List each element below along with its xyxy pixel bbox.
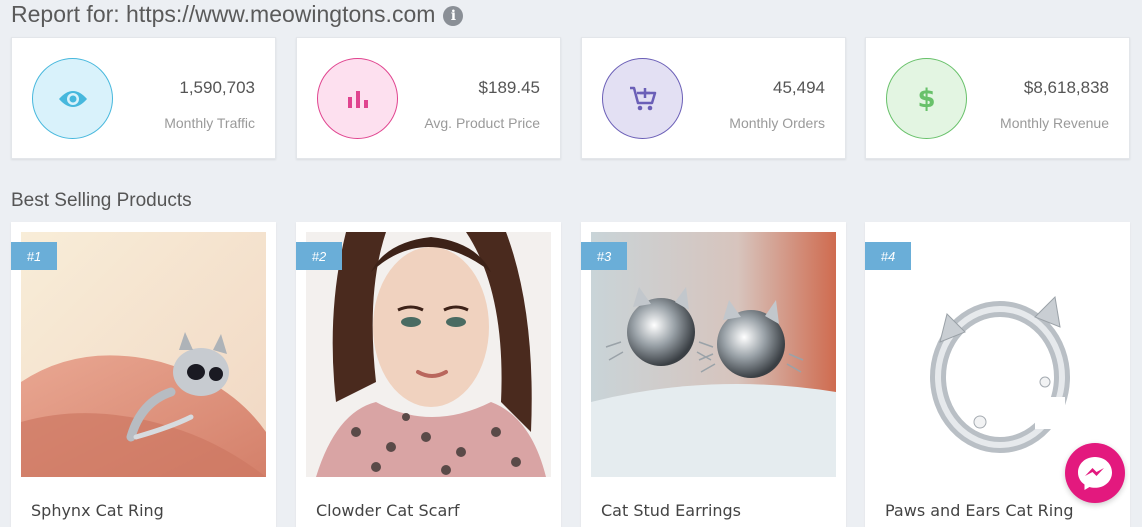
stat-value: $8,618,838: [1023, 78, 1109, 97]
stat-card-orders: 45,494 Monthly Orders: [581, 37, 846, 159]
stat-label: Avg. Product Price: [424, 115, 540, 131]
product-name[interactable]: Sphynx Cat Ring: [31, 501, 164, 520]
product-image[interactable]: [21, 232, 266, 477]
product-image[interactable]: [875, 232, 1120, 477]
stat-card-traffic: 1,590,703 Monthly Traffic: [11, 37, 276, 159]
messenger-chat-button[interactable]: [1065, 443, 1125, 503]
product-image[interactable]: [591, 232, 836, 477]
report-title: Report for: https://www.meowingtons.com …: [11, 1, 464, 28]
dollar-icon: $: [886, 58, 967, 139]
eye-icon: [32, 58, 113, 139]
info-icon[interactable]: i: [443, 5, 464, 26]
product-name[interactable]: Clowder Cat Scarf: [316, 501, 459, 520]
product-card[interactable]: #2 Clowder Cat Scarf: [296, 222, 561, 527]
stat-card-price: $189.45 Avg. Product Price: [296, 37, 561, 159]
product-card[interactable]: #3 Cat Stud Earrings: [581, 222, 846, 527]
cart-plus-icon: [602, 58, 683, 139]
stat-label: Monthly Revenue: [1000, 115, 1109, 131]
messenger-icon: [1078, 457, 1112, 490]
bar-chart-icon: [317, 58, 398, 139]
product-name[interactable]: Cat Stud Earrings: [601, 501, 741, 520]
stat-label: Monthly Traffic: [164, 115, 255, 131]
rank-badge: #1: [11, 242, 57, 270]
section-title: Best Selling Products: [11, 190, 192, 211]
stat-value: 45,494: [773, 78, 825, 97]
rank-badge: #3: [581, 242, 627, 270]
stat-label: Monthly Orders: [729, 115, 825, 131]
stat-value: $189.45: [478, 78, 540, 97]
rank-badge: #2: [296, 242, 342, 270]
stat-card-revenue: $ $8,618,838 Monthly Revenue: [865, 37, 1130, 159]
product-card[interactable]: #1 Sphynx Cat Ring: [11, 222, 276, 527]
rank-badge: #4: [865, 242, 911, 270]
report-title-text: Report for: https://www.meowingtons.com: [11, 1, 436, 27]
stat-value: 1,590,703: [179, 78, 255, 97]
product-image[interactable]: [306, 232, 551, 477]
product-name[interactable]: Paws and Ears Cat Ring: [885, 501, 1074, 520]
